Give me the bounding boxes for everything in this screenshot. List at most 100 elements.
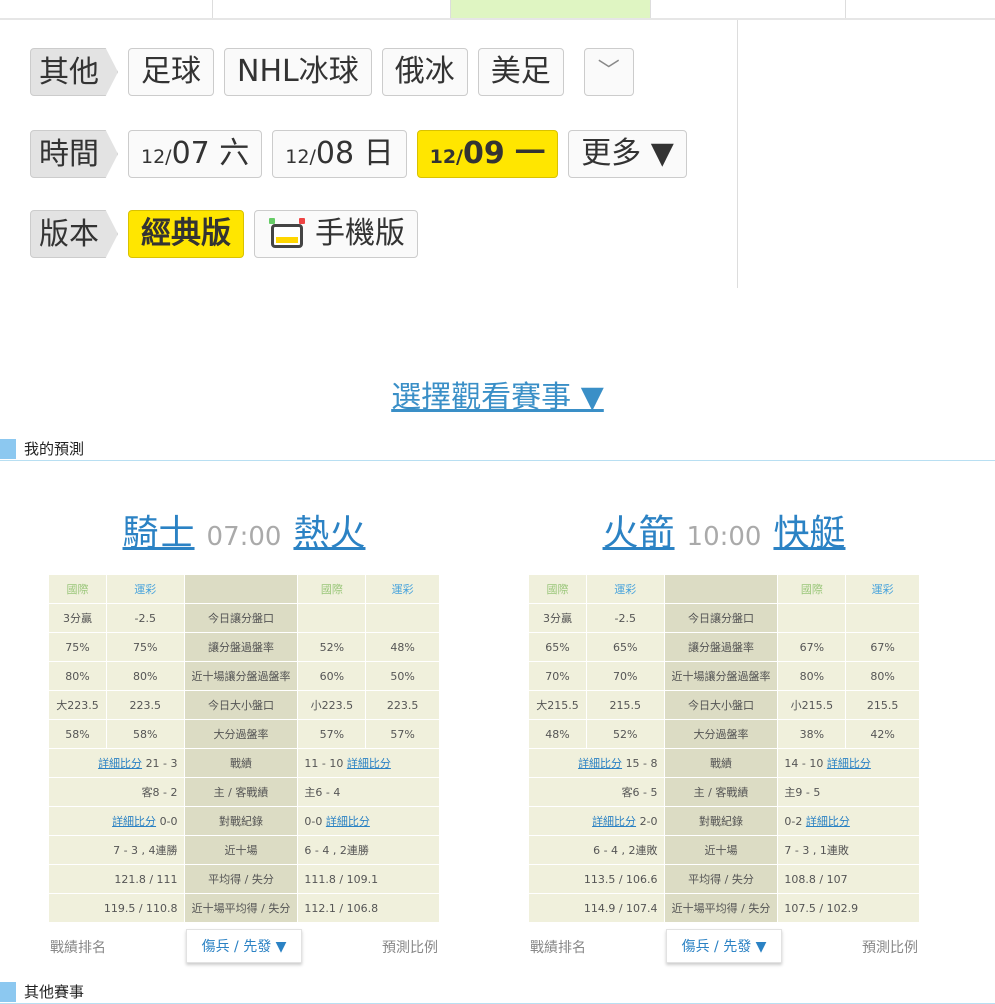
detail-score-link[interactable]: 詳細比分 bbox=[592, 815, 636, 828]
sport-chip-soccer[interactable]: 足球 bbox=[128, 48, 214, 96]
head-to-head-row: 詳細比分 0-0 對戰紀錄 0-0 詳細比分 bbox=[48, 806, 440, 836]
sport-chip-khl[interactable]: 俄冰 bbox=[381, 48, 468, 96]
avg-points-last-ten-away: 119.5 / 110.8 bbox=[48, 893, 185, 923]
standings-link[interactable]: 戰績排名 bbox=[530, 937, 586, 957]
intl-header: 國際 bbox=[777, 574, 847, 604]
home-team-link[interactable]: 快艇 bbox=[773, 513, 845, 554]
version-filter-row: 版本 經典版 手機版 bbox=[30, 210, 428, 258]
classic-version-button[interactable]: 經典版 bbox=[128, 210, 244, 258]
stats-row: 80% 80% 近十場讓分盤過盤率 60% 50% bbox=[48, 661, 440, 691]
injury-lineup-button[interactable]: 傷兵 / 先發 ▼ bbox=[186, 929, 302, 963]
last-ten-home: 7 - 3 , 1連敗 bbox=[777, 835, 920, 865]
top-tab-active[interactable] bbox=[450, 0, 650, 18]
stat-label: 戰績 bbox=[183, 748, 299, 778]
sport-more-dropdown[interactable]: ﹀ bbox=[583, 48, 634, 96]
lottery-home: 57% bbox=[365, 719, 440, 749]
lottery-away: 70% bbox=[585, 661, 665, 691]
detail-score-link[interactable]: 詳細比分 bbox=[827, 757, 871, 770]
stat-label: 近十場讓分盤過盤率 bbox=[663, 661, 779, 691]
top-tab-strip bbox=[0, 0, 995, 20]
game-title: 騎士 07:00 熱火 bbox=[48, 508, 440, 560]
select-games-link[interactable]: 選擇觀看賽事 ▼ bbox=[0, 372, 995, 416]
prediction-ratio-link[interactable]: 預測比例 bbox=[862, 937, 918, 957]
date-prefix: 12/ bbox=[141, 146, 172, 168]
game-footer: 戰績排名 傷兵 / 先發 ▼ 預測比例 bbox=[528, 929, 920, 965]
filter-panel: 其他 足球 NHL冰球 俄冰 美足 ﹀ 時間 12/07 六 12/08 日 1… bbox=[0, 20, 738, 288]
lottery-header: 運彩 bbox=[105, 574, 185, 604]
top-tab[interactable] bbox=[845, 0, 995, 18]
lottery-away: 65% bbox=[585, 632, 665, 662]
stats-row: 大223.5 223.5 今日大小盤口 小223.5 223.5 bbox=[48, 690, 440, 720]
stats-row: 48% 52% 大分過盤率 38% 42% bbox=[528, 719, 920, 749]
avg-points-last-ten-home: 112.1 / 106.8 bbox=[297, 893, 440, 923]
stat-label: 讓分盤過盤率 bbox=[663, 632, 779, 662]
game-time: 07:00 bbox=[206, 522, 282, 552]
lottery-away: 215.5 bbox=[585, 690, 665, 720]
intl-home: 小223.5 bbox=[297, 690, 367, 720]
stats-header-row: 國際 運彩 國際 運彩 bbox=[528, 574, 920, 604]
date-main: 09 一 bbox=[462, 136, 546, 171]
version-filter-label: 版本 bbox=[30, 210, 118, 258]
record-away-value: 21 - 3 bbox=[145, 757, 178, 770]
lottery-home: 50% bbox=[365, 661, 440, 691]
record-away: 詳細比分 21 - 3 bbox=[48, 748, 185, 778]
date-filter-label: 時間 bbox=[30, 130, 118, 178]
sport-chip-nfl[interactable]: 美足 bbox=[477, 48, 564, 96]
head-to-head-home: 0-0 詳細比分 bbox=[297, 806, 440, 836]
detail-score-link[interactable]: 詳細比分 bbox=[98, 757, 142, 770]
intl-away: 80% bbox=[48, 661, 107, 691]
stats-row: 58% 58% 大分過盤率 57% 57% bbox=[48, 719, 440, 749]
lottery-home bbox=[365, 603, 440, 633]
lottery-header: 運彩 bbox=[585, 574, 665, 604]
away-team-link[interactable]: 騎士 bbox=[123, 513, 195, 554]
stats-row: 70% 70% 近十場讓分盤過盤率 80% 80% bbox=[528, 661, 920, 691]
detail-score-link[interactable]: 詳細比分 bbox=[347, 757, 391, 770]
mobile-version-button[interactable]: 手機版 bbox=[254, 210, 418, 258]
home-team-link[interactable]: 熱火 bbox=[293, 513, 365, 554]
detail-score-link[interactable]: 詳細比分 bbox=[326, 815, 370, 828]
date-more-button[interactable]: 更多 ▼ bbox=[568, 130, 687, 178]
stat-label: 今日大小盤口 bbox=[663, 690, 779, 720]
lottery-away: 58% bbox=[105, 719, 185, 749]
lottery-home: 80% bbox=[845, 661, 920, 691]
away-team-link[interactable]: 火箭 bbox=[603, 513, 675, 554]
last-ten-away: 6 - 4 , 2連敗 bbox=[528, 835, 665, 865]
intl-away: 58% bbox=[48, 719, 107, 749]
injury-lineup-button[interactable]: 傷兵 / 先發 ▼ bbox=[666, 929, 782, 963]
top-tab[interactable] bbox=[650, 0, 845, 18]
sport-chip-nhl[interactable]: NHL冰球 bbox=[224, 48, 372, 96]
record-row: 詳細比分 15 - 8 戰績 14 - 10 詳細比分 bbox=[528, 748, 920, 778]
stat-label: 大分過盤率 bbox=[663, 719, 779, 749]
stat-label: 主 / 客戰績 bbox=[183, 777, 299, 807]
header-blank bbox=[663, 574, 779, 604]
home-away-record-away: 客8 - 2 bbox=[48, 777, 185, 807]
stat-label: 對戰紀錄 bbox=[183, 806, 299, 836]
stats-row: 75% 75% 讓分盤過盤率 52% 48% bbox=[48, 632, 440, 662]
stat-label: 近十場 bbox=[183, 835, 299, 865]
intl-home: 80% bbox=[777, 661, 847, 691]
stat-label: 平均得 / 失分 bbox=[663, 864, 779, 894]
stats-table: 國際 運彩 國際 運彩 3分贏 -2.5 今日讓分盤口 75% 75% 讓分盤過… bbox=[48, 574, 440, 923]
lottery-home bbox=[845, 603, 920, 633]
detail-score-link[interactable]: 詳細比分 bbox=[112, 815, 156, 828]
detail-score-link[interactable]: 詳細比分 bbox=[578, 757, 622, 770]
avg-points-row: 121.8 / 111 平均得 / 失分 111.8 / 109.1 bbox=[48, 864, 440, 894]
my-prediction-title: 我的預測 bbox=[24, 440, 85, 458]
standings-link[interactable]: 戰績排名 bbox=[50, 937, 106, 957]
stat-label: 近十場平均得 / 失分 bbox=[663, 893, 779, 923]
date-chip-1208[interactable]: 12/08 日 bbox=[272, 130, 407, 178]
detail-score-link[interactable]: 詳細比分 bbox=[806, 815, 850, 828]
last-ten-row: 7 - 3 , 4連勝 近十場 6 - 4 , 2連勝 bbox=[48, 835, 440, 865]
top-tab[interactable] bbox=[212, 0, 450, 18]
date-chip-1209-selected[interactable]: 12/09 一 bbox=[416, 130, 559, 178]
intl-home: 38% bbox=[777, 719, 847, 749]
avg-points-row: 113.5 / 106.6 平均得 / 失分 108.8 / 107 bbox=[528, 864, 920, 894]
stat-label: 戰績 bbox=[663, 748, 779, 778]
last-ten-away: 7 - 3 , 4連勝 bbox=[48, 835, 185, 865]
stat-label: 今日大小盤口 bbox=[183, 690, 299, 720]
date-chip-1207[interactable]: 12/07 六 bbox=[128, 130, 263, 178]
date-main: 08 日 bbox=[315, 136, 394, 171]
lottery-header: 運彩 bbox=[365, 574, 440, 604]
my-prediction-header: 我的預測 bbox=[0, 437, 995, 461]
prediction-ratio-link[interactable]: 預測比例 bbox=[382, 937, 438, 957]
